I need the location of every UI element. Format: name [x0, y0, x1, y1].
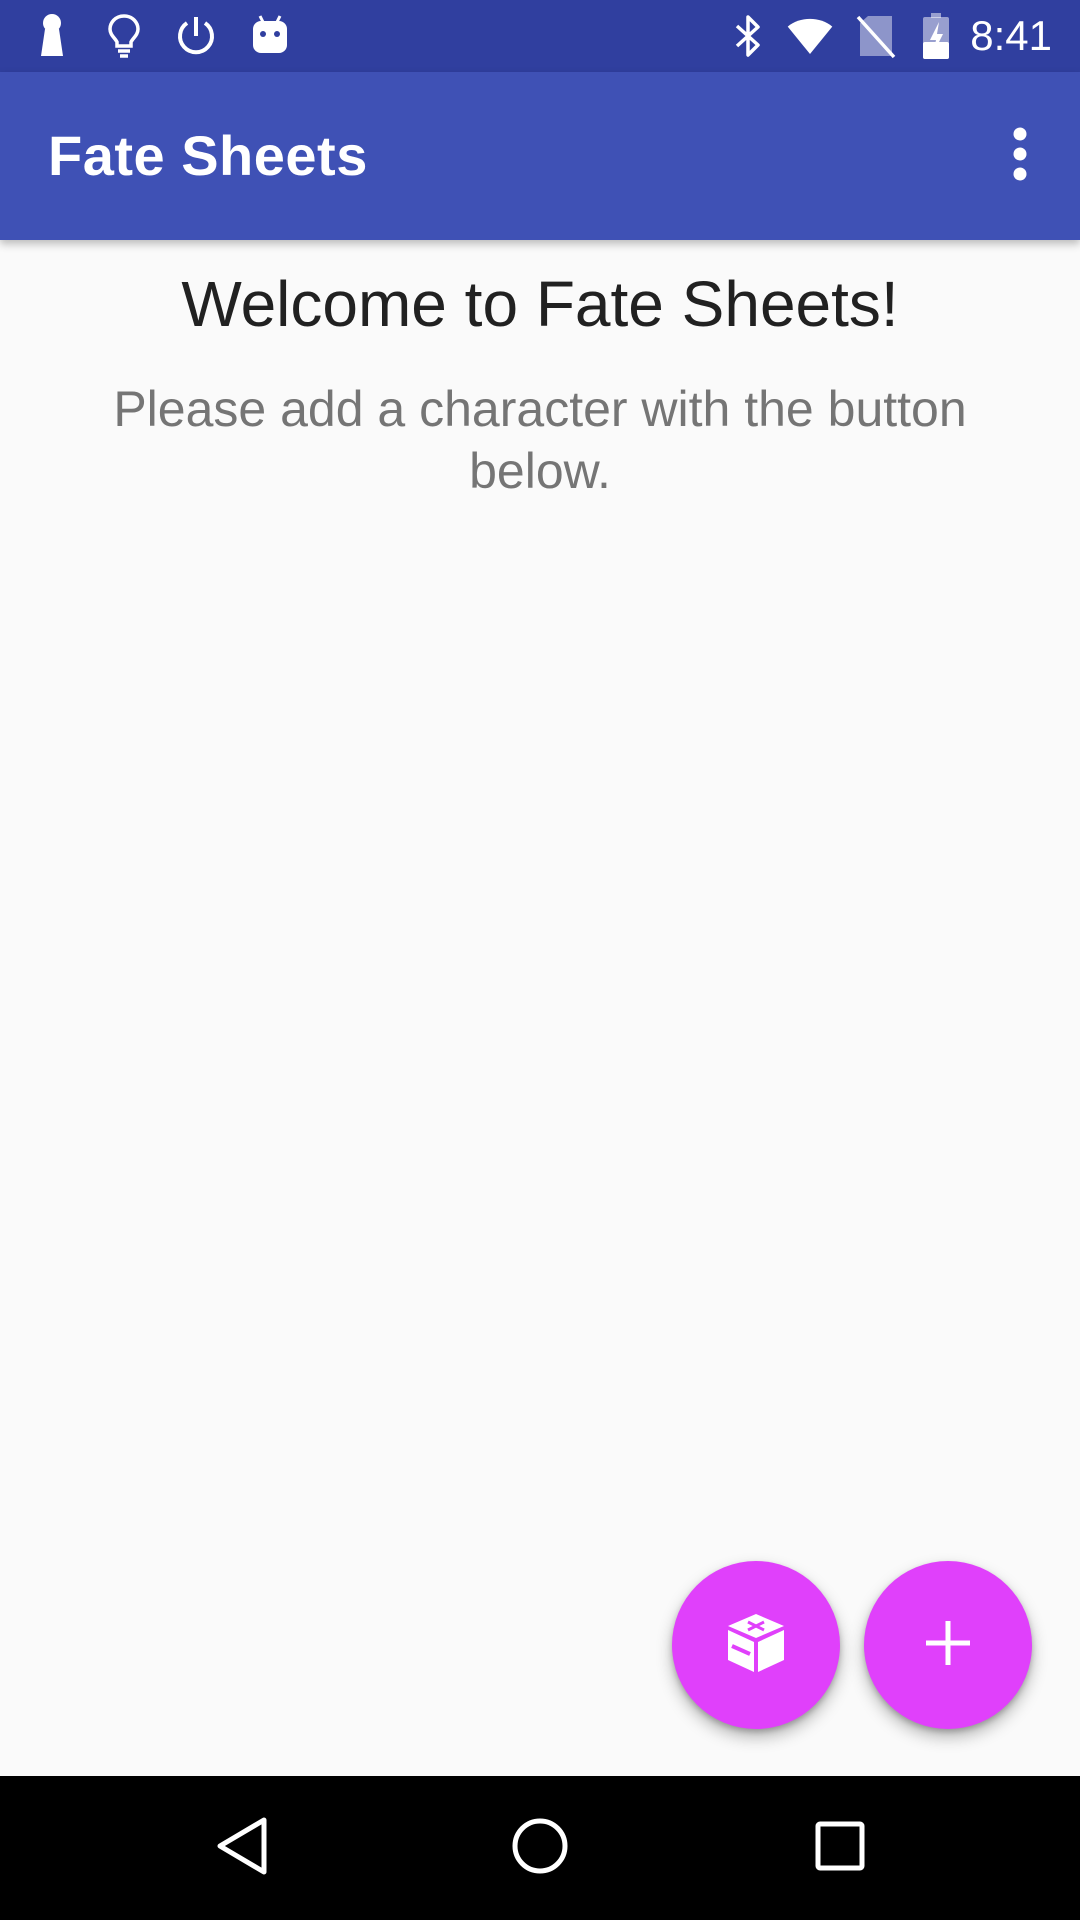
wifi-icon [786, 12, 834, 60]
battery-charging-icon [912, 12, 960, 60]
app-bar: Fate Sheets [0, 72, 1080, 240]
power-icon [172, 12, 220, 60]
nav-back-button[interactable] [194, 1800, 290, 1896]
bluetooth-icon [724, 12, 772, 60]
status-bar: 8:41 [0, 0, 1080, 72]
app-screen: 8:41 Fate Sheets Welcome to Fate Sheets!… [0, 0, 1080, 1920]
main-content: Welcome to Fate Sheets! Please add a cha… [0, 240, 1080, 1776]
more-vert-icon [1010, 126, 1030, 187]
keyhole-icon [28, 12, 76, 60]
status-bar-clock: 8:41 [970, 12, 1052, 59]
android-icon [246, 12, 294, 60]
welcome-message: Please add a character with the button b… [113, 381, 967, 499]
overflow-menu-button[interactable] [984, 120, 1056, 192]
welcome-title: Welcome to Fate Sheets! [181, 268, 899, 340]
dice-roller-fab[interactable] [672, 1561, 840, 1729]
nav-home-button[interactable] [492, 1800, 588, 1896]
home-icon [510, 1816, 570, 1881]
no-sim-icon [852, 12, 900, 60]
dice-icon [721, 1608, 791, 1683]
recents-icon [814, 1820, 866, 1877]
add-icon [924, 1619, 972, 1672]
navigation-bar [0, 1776, 1080, 1920]
add-character-fab[interactable] [864, 1561, 1032, 1729]
back-icon [214, 1816, 270, 1881]
app-title: Fate Sheets [48, 124, 368, 187]
nav-recents-button[interactable] [792, 1800, 888, 1896]
lightbulb-icon [100, 12, 148, 60]
